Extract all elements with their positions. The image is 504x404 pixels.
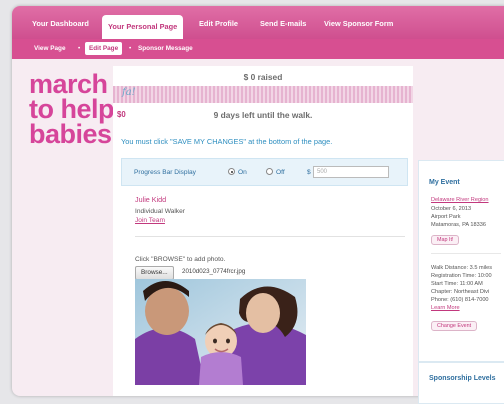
subnav-view-page[interactable]: View Page [34, 45, 66, 52]
fundraising-progress-bar: fa! [113, 86, 413, 103]
progress-off-label: Off [276, 169, 285, 176]
progress-on-label: On [238, 169, 247, 176]
subnav-separator: • [129, 45, 132, 52]
walker-type: Individual Walker [135, 208, 185, 215]
subnav-edit-page[interactable]: Edit Page [85, 42, 123, 55]
goal-amount-input[interactable]: 500 [313, 166, 389, 178]
registration-time: Registration Time: 10:00 [431, 273, 492, 279]
change-event-button[interactable]: Change Event [431, 321, 478, 331]
progress-display-label: Progress Bar Display [134, 169, 196, 176]
progress-display-settings: Progress Bar Display On Off $ 500 [121, 158, 408, 186]
subnav-sponsor-message[interactable]: Sponsor Message [138, 45, 193, 52]
goal-currency: $ [307, 169, 311, 176]
tab-dashboard[interactable]: Your Dashboard [32, 19, 89, 28]
family-photo [135, 279, 306, 385]
progress-off-radio[interactable] [266, 168, 273, 175]
logo-line-3: babies [29, 119, 112, 149]
browse-hint: Click "BROWSE" to add photo. [135, 256, 226, 263]
event-phone: Phone: (610) 814-7000 [431, 297, 489, 303]
join-team-link[interactable]: Join Team [135, 217, 165, 224]
event-city: Matamoras, PA 18336 [431, 222, 486, 228]
progress-start-amount: $0 [117, 110, 126, 119]
subnav-separator: • [78, 45, 81, 52]
event-location: Airport Park [431, 214, 461, 220]
walker-name: Julie Kidd [135, 195, 167, 204]
map-it-button[interactable]: Map It! [431, 235, 460, 245]
event-date: October 6, 2013 [431, 206, 472, 212]
event-divider [431, 253, 501, 254]
march-of-dimes-logo: march to help babies [29, 71, 115, 149]
days-left: 9 days left until the walk. [213, 110, 313, 120]
sponsorship-levels-panel: Sponsorship Levels [418, 362, 504, 404]
sub-navigation: View Page • Edit Page • Sponsor Message [12, 39, 504, 59]
start-time: Start Time: 11:00 AM [431, 281, 483, 287]
selected-filename: 2010d023_0774frcr.jpg [182, 268, 246, 275]
sponsorship-levels-title: Sponsorship Levels [429, 375, 496, 382]
event-region-link[interactable]: Delaware River Region [431, 197, 489, 203]
tab-personal-page[interactable]: Your Personal Page [102, 15, 184, 39]
progress-on-radio[interactable] [228, 168, 235, 175]
my-event-panel: My Event Delaware River Region October 6… [418, 160, 504, 362]
tab-sponsor-form[interactable]: View Sponsor Form [324, 19, 393, 28]
amount-raised: $ 0 raised [243, 72, 283, 82]
my-event-title: My Event [429, 179, 460, 186]
walk-distance: Walk Distance: 3.5 miles [431, 265, 493, 271]
tab-send-emails[interactable]: Send E-mails [260, 19, 306, 28]
event-chapter: Chapter: Northeast Divi [431, 289, 490, 295]
tab-edit-profile[interactable]: Edit Profile [199, 19, 238, 28]
divider [135, 236, 405, 237]
progress-script-label: fa! [122, 87, 136, 98]
learn-more-link[interactable]: Learn More [431, 305, 460, 311]
save-changes-notice: You must click "SAVE MY CHANGES" at the … [121, 137, 333, 146]
main-navigation: Your Dashboard Your Personal Page Edit P… [12, 6, 504, 39]
browse-button[interactable]: Browse... [135, 266, 174, 280]
